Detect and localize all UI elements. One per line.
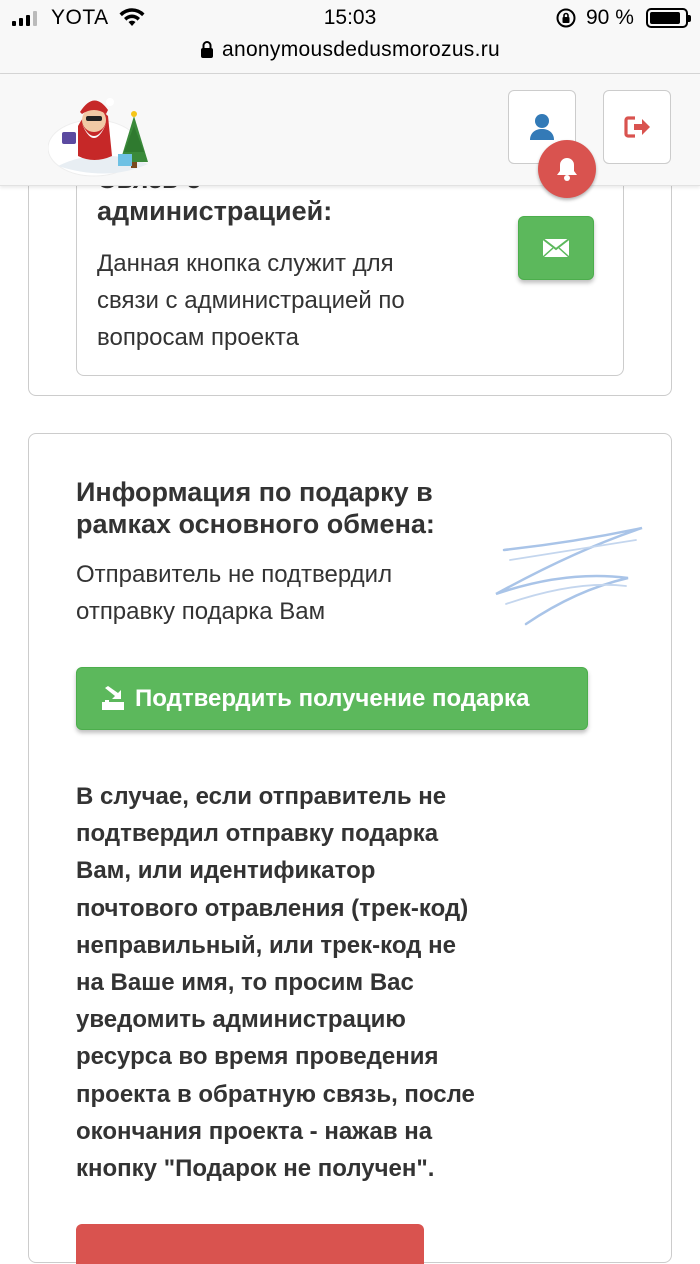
- santa-logo[interactable]: [47, 86, 152, 182]
- missing-gift-notice: В случае, если отправитель не подтвердил…: [76, 783, 475, 1183]
- rotation-lock-icon: [555, 7, 577, 35]
- confirm-receipt-button[interactable]: Подтвердить получение подарка: [76, 667, 588, 730]
- battery-icon: [646, 8, 691, 28]
- gift-status-text: Отправитель не подтвердил отправку подар…: [76, 561, 393, 625]
- admin-card-description: Данная кнопка служит для связи с админис…: [97, 250, 405, 351]
- envelope-icon: [542, 238, 570, 258]
- contact-admin-button[interactable]: [518, 216, 594, 280]
- battery-percent: 90 %: [586, 6, 634, 29]
- url-text: anonymousdedusmorozus.ru: [221, 38, 500, 61]
- scribble-image: [495, 526, 643, 626]
- lock-icon: [200, 40, 214, 64]
- gift-info-title: Информация по подарку в рамках основного…: [76, 477, 435, 539]
- bell-icon: [557, 158, 577, 181]
- user-icon: [530, 114, 554, 140]
- logout-button[interactable]: [603, 90, 671, 164]
- logout-icon: [624, 116, 650, 138]
- box-arrow-icon: [102, 685, 124, 710]
- notifications-button[interactable]: [538, 140, 596, 198]
- gift-not-received-button[interactable]: [76, 1224, 424, 1264]
- confirm-receipt-label: Подтвердить получение подарка: [135, 684, 530, 712]
- browser-url-bar[interactable]: anonymousdedusmorozus.ru: [0, 38, 700, 74]
- ios-status-bar: YOTA 15:03 90 %: [0, 0, 700, 38]
- admin-card-title: администрацией:: [97, 196, 333, 226]
